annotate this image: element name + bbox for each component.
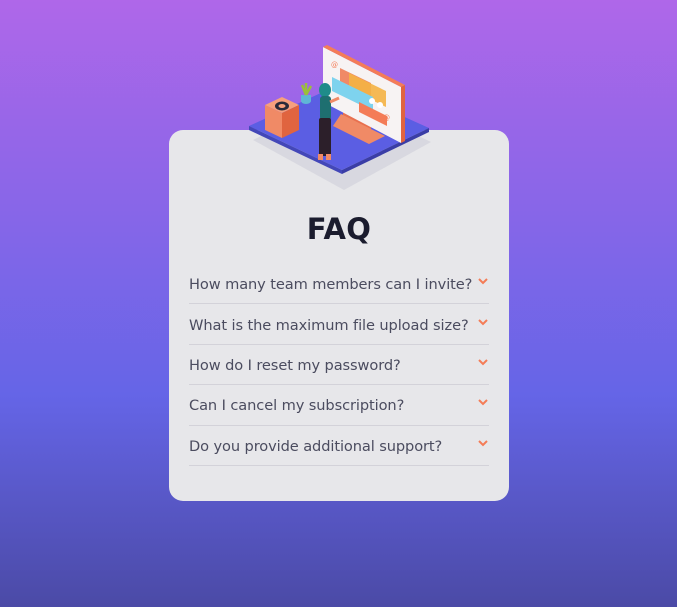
faq-item[interactable]: Do you provide additional support? bbox=[189, 426, 489, 466]
faq-list: How many team members can I invite? What… bbox=[189, 264, 489, 466]
faq-question: How do I reset my password? bbox=[189, 356, 401, 374]
faq-item[interactable]: How do I reset my password? bbox=[189, 345, 489, 386]
faq-question: What is the maximum file upload size? bbox=[189, 316, 469, 334]
svg-text:@: @ bbox=[383, 114, 390, 122]
faq-question: Do you provide additional support? bbox=[189, 437, 443, 455]
faq-item[interactable]: Can I cancel my subscription? bbox=[189, 385, 489, 426]
chevron-down-icon[interactable] bbox=[477, 438, 489, 448]
chevron-down-icon[interactable] bbox=[477, 277, 489, 287]
faq-item[interactable]: How many team members can I invite? bbox=[189, 264, 489, 305]
chevron-down-icon[interactable] bbox=[477, 317, 489, 327]
woman-at-computer-illustration: @ @ bbox=[249, 45, 431, 190]
page-title: FAQ bbox=[306, 212, 372, 246]
faq-question: Can I cancel my subscription? bbox=[189, 397, 405, 415]
faq-item[interactable]: What is the maximum file upload size? bbox=[189, 304, 489, 345]
svg-text:@: @ bbox=[331, 61, 338, 69]
chevron-down-icon[interactable] bbox=[477, 357, 489, 367]
faq-question: How many team members can I invite? bbox=[189, 276, 473, 294]
chevron-down-icon[interactable] bbox=[477, 398, 489, 408]
